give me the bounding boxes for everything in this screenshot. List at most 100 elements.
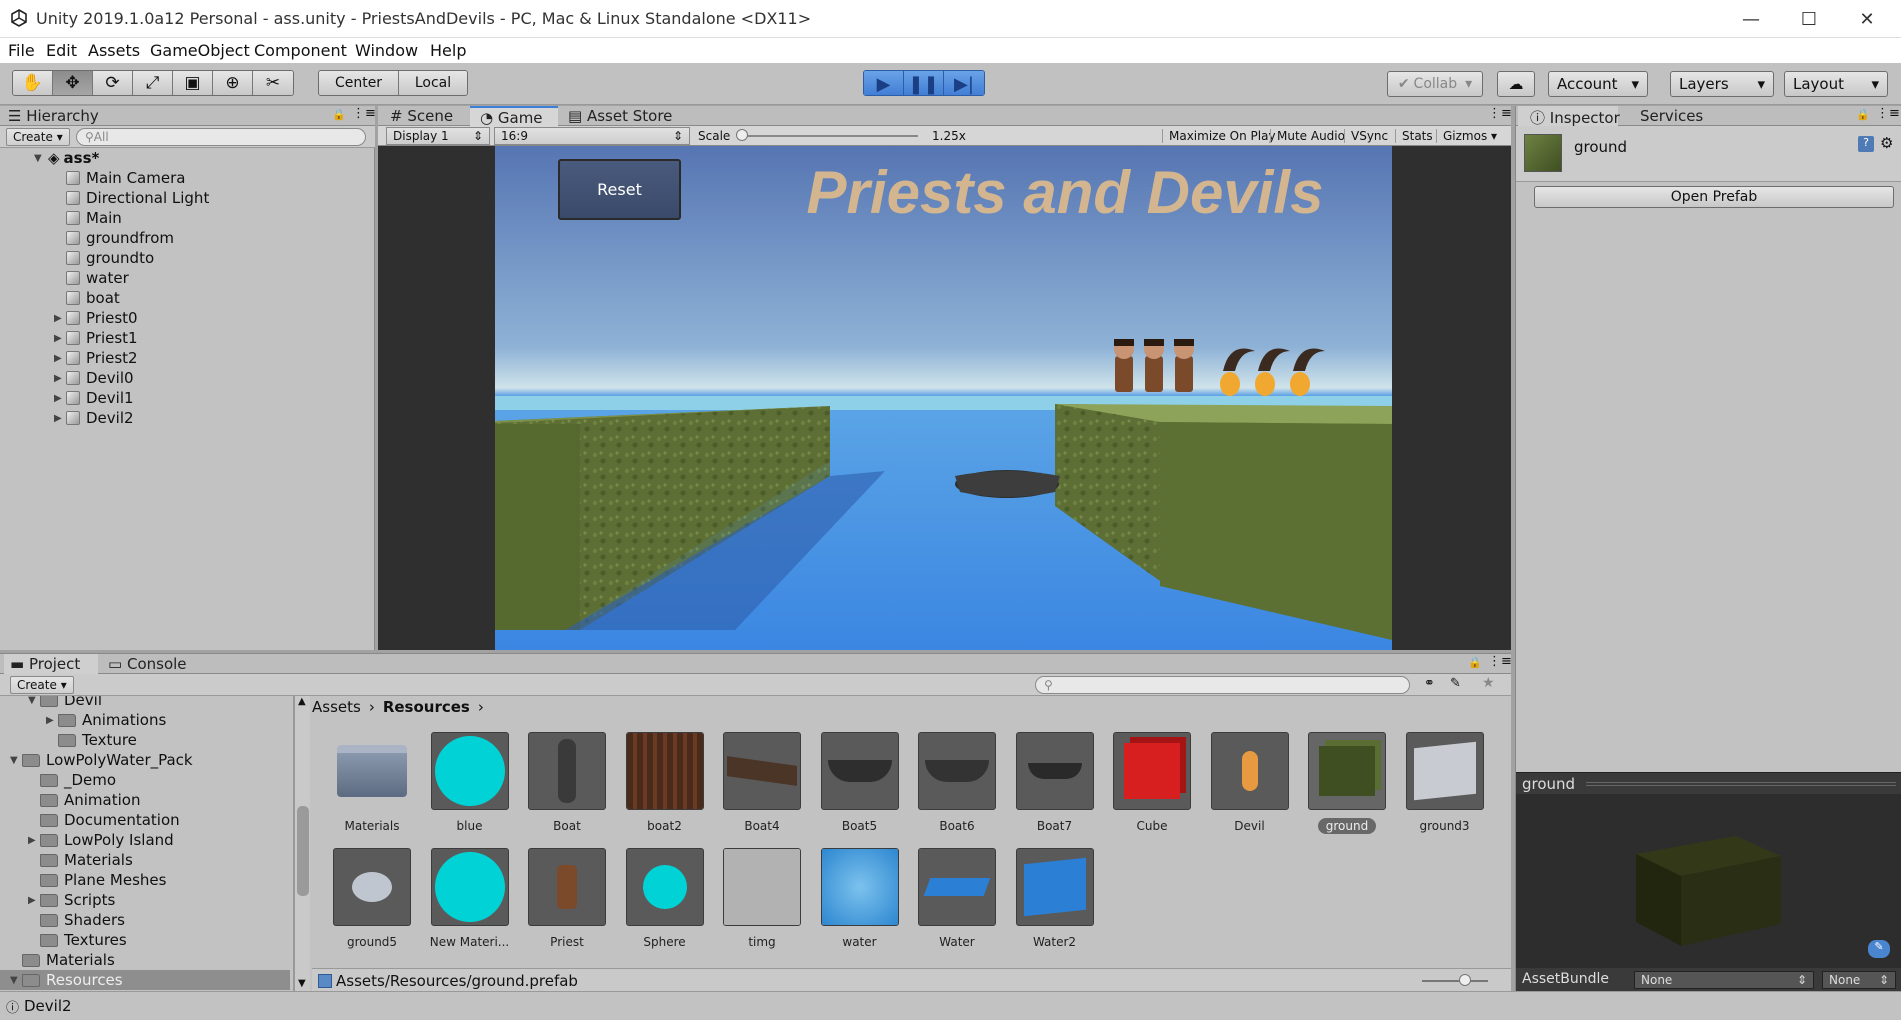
hierarchy-item[interactable]: Directional Light bbox=[54, 188, 209, 208]
rect-tool-icon[interactable]: ▣ bbox=[173, 71, 213, 95]
asset-item[interactable]: Devil bbox=[1200, 732, 1300, 842]
tab-console[interactable]: ▭ Console bbox=[108, 655, 187, 673]
hierarchy-item[interactable]: groundto bbox=[54, 248, 154, 268]
expand-arrow-icon[interactable]: ▶ bbox=[54, 313, 66, 324]
project-tree-item[interactable]: Textures bbox=[28, 930, 293, 950]
breadcrumb-assets[interactable]: Assets bbox=[312, 698, 361, 718]
chevron-down-icon[interactable]: ▼ bbox=[10, 975, 22, 986]
assetbundle-variant-dropdown[interactable]: None ⇕ bbox=[1822, 971, 1896, 989]
minimize-button[interactable]: — bbox=[1722, 0, 1780, 38]
hierarchy-item[interactable]: ▶ Devil2 bbox=[54, 408, 134, 428]
stats-toggle[interactable]: Stats bbox=[1395, 129, 1433, 143]
menu-help[interactable]: Help bbox=[430, 41, 466, 60]
scroll-down-arrow-icon[interactable]: ▼ bbox=[298, 978, 306, 989]
scroll-up-arrow-icon[interactable]: ▲ bbox=[298, 696, 306, 707]
assetbundle-dropdown[interactable]: None ⇕ bbox=[1634, 971, 1814, 989]
project-tree-item[interactable]: Plane Meshes bbox=[28, 870, 293, 890]
scale-slider-thumb[interactable] bbox=[736, 129, 748, 141]
tab-scene[interactable]: # Scene bbox=[390, 107, 453, 125]
hierarchy-item[interactable]: ▶ Devil0 bbox=[54, 368, 134, 388]
mute-audio-toggle[interactable]: Mute Audio bbox=[1270, 129, 1345, 143]
asset-item[interactable]: Boat6 bbox=[907, 732, 1007, 842]
tab-game[interactable]: ◔ Game bbox=[470, 106, 558, 127]
local-toggle[interactable]: Local bbox=[399, 71, 467, 95]
panel-menu-icon[interactable]: ⋮≡ bbox=[1488, 106, 1512, 121]
tab-asset-store[interactable]: ▤ Asset Store bbox=[568, 107, 672, 125]
gizmos-dropdown[interactable]: Gizmos ▾ bbox=[1436, 129, 1497, 143]
asset-item[interactable]: timg bbox=[712, 848, 812, 958]
collab-dropdown[interactable]: ✔ Collab ▾ bbox=[1387, 71, 1483, 97]
move-tool-icon[interactable]: ✥ bbox=[53, 71, 93, 95]
expand-arrow-icon[interactable]: ▶ bbox=[54, 333, 66, 344]
project-tree-item[interactable]: ▶ LowPoly Island bbox=[28, 830, 293, 850]
panel-menu-icon[interactable]: ⋮≡ bbox=[1488, 654, 1512, 669]
asset-item[interactable]: ground3 bbox=[1395, 732, 1495, 842]
hierarchy-item[interactable]: Main Camera bbox=[54, 168, 185, 188]
icon-size-slider[interactable] bbox=[1422, 980, 1488, 982]
hierarchy-item[interactable]: water bbox=[54, 268, 129, 288]
scale-tool-icon[interactable]: ⤢ bbox=[133, 71, 173, 95]
hierarchy-search-input[interactable]: ⚲All bbox=[76, 128, 366, 146]
hierarchy-item[interactable]: groundfrom bbox=[54, 228, 174, 248]
project-tree-item[interactable]: Materials bbox=[10, 950, 293, 970]
asset-item[interactable]: blue bbox=[420, 732, 520, 842]
asset-item[interactable]: Boat5 bbox=[810, 732, 910, 842]
tab-services[interactable]: Services bbox=[1640, 107, 1703, 125]
project-tree-item[interactable]: ▼ LowPolyWater_Pack bbox=[10, 750, 293, 770]
panel-menu-icon[interactable]: ⋮≡ bbox=[352, 106, 376, 121]
icon-size-slider-thumb[interactable] bbox=[1459, 974, 1471, 986]
breadcrumb-resources[interactable]: Resources bbox=[383, 698, 470, 718]
hierarchy-item[interactable]: boat bbox=[54, 288, 120, 308]
project-tree-item[interactable]: Materials bbox=[28, 850, 293, 870]
menu-gameobject[interactable]: GameObject bbox=[150, 41, 250, 60]
custom-tool-icon[interactable]: ✂ bbox=[253, 71, 293, 95]
hierarchy-item[interactable]: Main bbox=[54, 208, 122, 228]
step-button[interactable]: ▶| bbox=[944, 71, 984, 95]
project-tree-item[interactable]: _Demo bbox=[28, 770, 293, 790]
expand-arrow-icon[interactable]: ▶ bbox=[54, 373, 66, 384]
tab-hierarchy[interactable]: ☰ Hierarchy bbox=[8, 107, 99, 125]
asset-item[interactable]: Priest bbox=[517, 848, 617, 958]
hierarchy-create-button[interactable]: Create ▾ bbox=[6, 128, 70, 146]
hierarchy-item[interactable]: ▶ Priest2 bbox=[54, 348, 138, 368]
pause-button[interactable]: ❚❚ bbox=[904, 71, 944, 95]
maximize-button[interactable]: ☐ bbox=[1780, 0, 1838, 38]
asset-item[interactable]: Water bbox=[907, 848, 1007, 958]
close-button[interactable]: ✕ bbox=[1838, 0, 1896, 38]
menu-window[interactable]: Window bbox=[355, 41, 418, 60]
settings-gear-icon[interactable]: ⚙ bbox=[1880, 134, 1893, 152]
mesh-preview[interactable]: ✎ bbox=[1516, 794, 1901, 968]
asset-item[interactable]: Boat7 bbox=[1005, 732, 1105, 842]
scroll-thumb[interactable] bbox=[297, 806, 309, 896]
help-book-icon[interactable]: ? bbox=[1858, 136, 1874, 152]
layers-dropdown[interactable]: Layers ▾ bbox=[1670, 71, 1774, 97]
project-search-input[interactable]: ⚲ bbox=[1035, 676, 1410, 694]
lock-icon[interactable]: 🔒 bbox=[1856, 108, 1870, 121]
asset-item[interactable]: Boat bbox=[517, 732, 617, 842]
project-tree-item[interactable]: Documentation bbox=[28, 810, 293, 830]
hand-tool-icon[interactable]: ✋ bbox=[13, 71, 53, 95]
filter-by-label-icon[interactable]: ✎ bbox=[1450, 676, 1461, 691]
asset-item[interactable]: Boat4 bbox=[712, 732, 812, 842]
chevron-right-icon[interactable]: ▶ bbox=[46, 715, 58, 726]
scene-root[interactable]: ▼ ◈ ass* bbox=[34, 148, 99, 168]
scale-slider[interactable] bbox=[738, 135, 918, 137]
project-tree-item[interactable]: ▼ Resources bbox=[0, 970, 290, 990]
asset-item[interactable]: Materials bbox=[322, 732, 422, 842]
lock-icon[interactable]: 🔒 bbox=[332, 108, 346, 121]
asset-item[interactable]: ground5 bbox=[322, 848, 422, 958]
chevron-right-icon[interactable]: ▶ bbox=[28, 895, 40, 906]
cloud-button[interactable]: ☁ bbox=[1497, 71, 1535, 97]
rotate-tool-icon[interactable]: ⟳ bbox=[93, 71, 133, 95]
hierarchy-item[interactable]: ▶ Priest1 bbox=[54, 328, 138, 348]
project-tree-item[interactable]: Texture bbox=[46, 730, 293, 750]
menu-component[interactable]: Component bbox=[254, 41, 347, 60]
asset-item[interactable]: Water2 bbox=[1005, 848, 1105, 958]
chevron-down-icon[interactable]: ▼ bbox=[28, 696, 40, 706]
asset-item[interactable]: ground bbox=[1297, 732, 1397, 842]
reset-button[interactable]: Reset bbox=[558, 159, 681, 220]
tree-scrollbar-track[interactable]: ▲ ▼ bbox=[294, 696, 310, 992]
asset-item[interactable]: New Materi... bbox=[420, 848, 520, 958]
maximize-on-play-toggle[interactable]: Maximize On Play bbox=[1162, 129, 1276, 143]
tab-inspector[interactable]: ⓘ Inspector bbox=[1518, 106, 1620, 127]
